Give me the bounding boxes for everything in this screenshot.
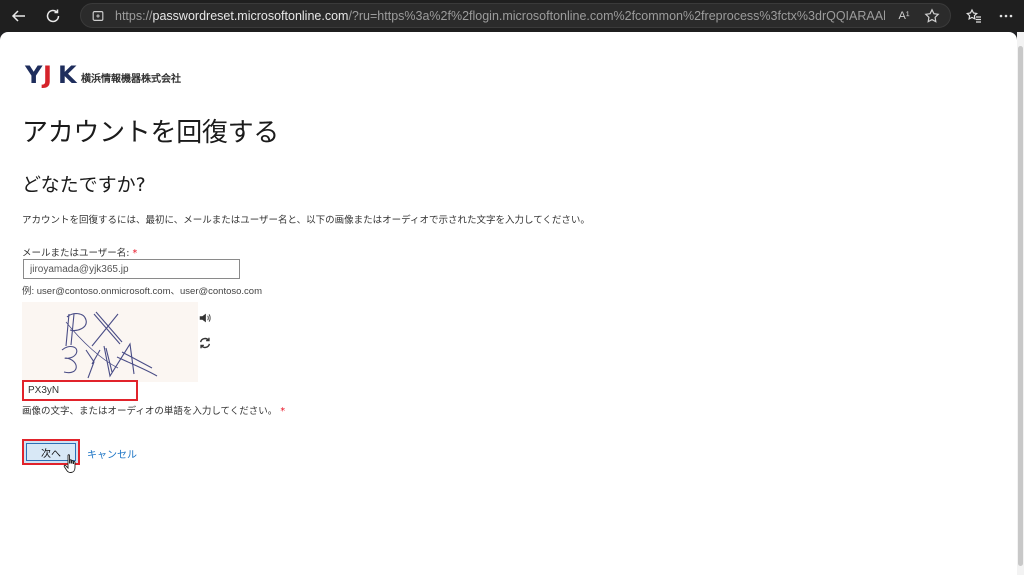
hand-cursor-icon	[63, 454, 76, 473]
logo-mark: Y J K	[25, 63, 77, 91]
back-arrow-icon	[11, 10, 25, 22]
favorites-list-icon[interactable]	[966, 8, 982, 24]
captcha-help-label: 画像の文字、またはオーディオの単語を入力してください。	[22, 406, 278, 417]
captcha-image	[22, 302, 198, 382]
url-host: passwordreset.microsoftonline.com	[152, 8, 349, 23]
instructions-text: アカウントを回復するには、最初に、メールまたはユーザー名と、以下の画像またはオー…	[22, 215, 590, 226]
url-text[interactable]: https://passwordreset.microsoftonline.co…	[115, 9, 885, 23]
captcha-help-text: 画像の文字、またはオーディオの単語を入力してください。 *	[22, 403, 285, 417]
page-title: アカウントを回復する	[22, 118, 280, 148]
company-logo: Y J K 横浜情報機器株式会社	[25, 62, 205, 92]
section-title: どなたですか?	[22, 174, 146, 196]
lock-icon[interactable]	[91, 9, 105, 23]
company-name: 横浜情報機器株式会社	[81, 73, 181, 85]
scrollbar-thumb[interactable]	[1018, 46, 1023, 566]
email-label-text: メールまたはユーザー名:	[22, 248, 133, 259]
logo-letter-j: J	[43, 61, 52, 89]
email-label: メールまたはユーザー名: *	[22, 245, 137, 259]
more-options-icon[interactable]	[998, 8, 1014, 24]
url-prefix: https://	[115, 8, 153, 23]
page-scrollbar[interactable]	[1017, 32, 1024, 575]
email-example: 例: user@contoso.onmicrosoft.com、user@con…	[22, 286, 262, 297]
cancel-link[interactable]: キャンセル	[87, 446, 137, 461]
audio-speaker-icon[interactable]	[198, 311, 212, 325]
reload-icon	[46, 9, 60, 23]
reload-button[interactable]	[38, 1, 68, 31]
captcha-required-mark: *	[280, 406, 286, 417]
captcha-input[interactable]	[22, 380, 138, 401]
browser-toolbar: https://passwordreset.microsoftonline.co…	[0, 0, 1024, 32]
email-input[interactable]	[23, 259, 240, 279]
back-button[interactable]	[4, 1, 34, 31]
logo-letter-y: Y	[25, 61, 43, 89]
page-content: Y J K 横浜情報機器株式会社 アカウントを回復する どなたですか? アカウン…	[0, 32, 1017, 575]
url-rest: /?ru=https%3a%2f%2flogin.microsoftonline…	[348, 8, 885, 23]
logo-letter-k: K	[58, 61, 77, 89]
read-aloud-icon[interactable]: A¹	[896, 8, 912, 24]
favorite-star-icon[interactable]	[924, 8, 940, 24]
address-bar[interactable]: https://passwordreset.microsoftonline.co…	[80, 3, 951, 28]
required-mark: *	[132, 248, 138, 259]
refresh-captcha-icon[interactable]	[198, 336, 212, 350]
